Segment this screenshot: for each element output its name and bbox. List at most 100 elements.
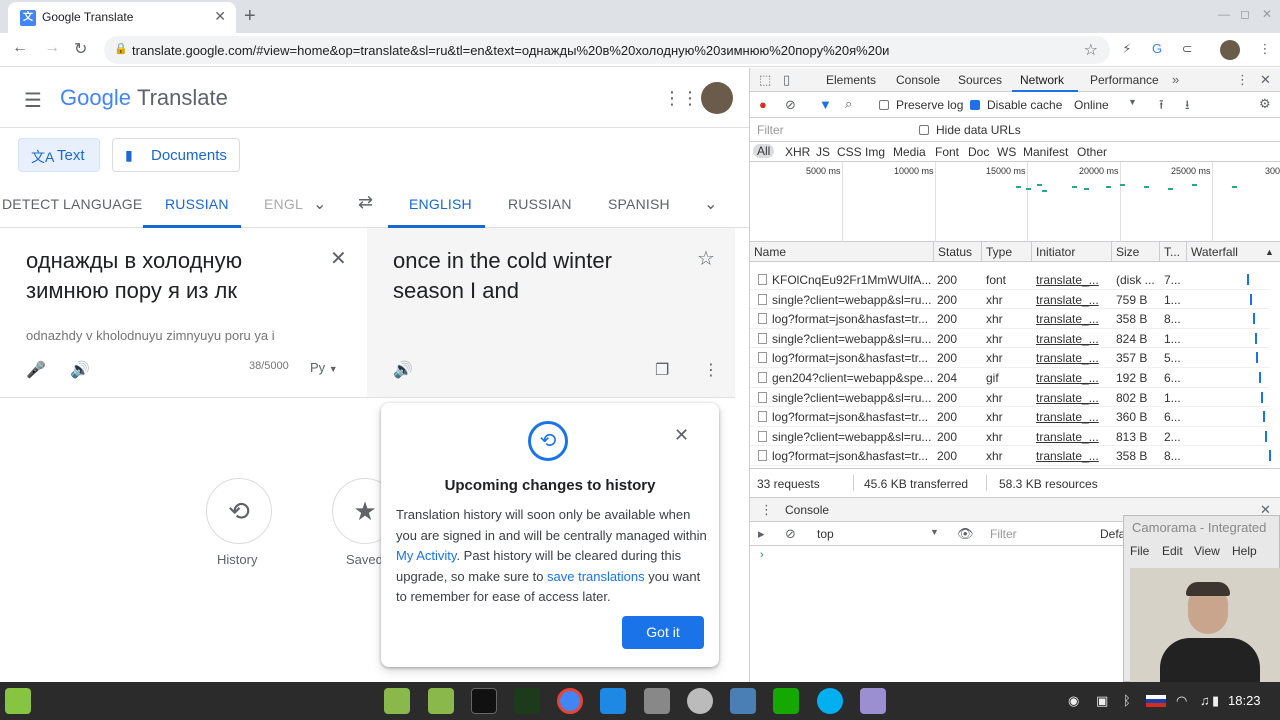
maximize-icon[interactable]: ◻	[1240, 7, 1250, 21]
source-lang-russian[interactable]: RUSSIAN	[165, 196, 229, 212]
more-tabs-icon[interactable]: »	[1172, 72, 1179, 87]
wifi-icon[interactable]: ◠	[1176, 693, 1187, 709]
import-har-icon[interactable]: ⭱	[1159, 96, 1164, 118]
network-disk-icon[interactable]: ◉	[1068, 693, 1079, 709]
console-prompt-icon[interactable]: ›	[760, 549, 764, 561]
camorama-menu-view[interactable]: View	[1194, 544, 1220, 558]
window-close-icon[interactable]: ✕	[1262, 7, 1272, 21]
table-row[interactable]: gen204?client=webapp&spe... 204 gif transla…	[750, 368, 1270, 388]
keyboard-input-tool[interactable]: Ру ▼	[310, 360, 338, 375]
preserve-log-checkbox[interactable]	[879, 100, 889, 110]
source-lang-detect[interactable]: DETECT LANGUAGE	[2, 196, 142, 212]
dialog-close-icon[interactable]: ✕	[674, 425, 689, 446]
disable-cache-checkbox[interactable]	[970, 100, 980, 110]
request-initiator[interactable]: translate_...	[1036, 351, 1100, 365]
listen-target-icon[interactable]: 🔊	[393, 360, 413, 380]
type-filter-font[interactable]: Font	[935, 145, 959, 159]
request-initiator[interactable]: translate_...	[1036, 293, 1100, 307]
tab-close-icon[interactable]: ✕	[214, 8, 226, 25]
type-filter-ws[interactable]: WS	[997, 145, 1016, 159]
devtools-menu-icon[interactable]: ⋮	[1236, 72, 1249, 88]
files-app-icon[interactable]	[428, 688, 454, 714]
request-initiator[interactable]: translate_...	[1036, 430, 1100, 444]
column-initiator[interactable]: Initiator	[1036, 245, 1075, 259]
type-filter-doc[interactable]: Doc	[968, 145, 989, 159]
request-initiator[interactable]: translate_...	[1036, 332, 1100, 346]
context-chevron-down-icon[interactable]: ▼	[930, 527, 939, 537]
network-filter-input[interactable]: Filter	[757, 123, 784, 137]
browser-menu-icon[interactable]: ⋮	[1256, 41, 1274, 59]
console-drawer-tab[interactable]: Console	[785, 503, 829, 517]
battery-icon[interactable]: ▮	[1212, 693, 1219, 709]
table-row[interactable]: log?format=json&hasfast=tr... 200 xhr trans…	[750, 407, 1270, 427]
type-filter-other[interactable]: Other	[1077, 145, 1107, 159]
sort-up-icon[interactable]: ▲	[1265, 247, 1274, 257]
filter-icon[interactable]: ▼	[819, 97, 832, 112]
column-type[interactable]: Type	[986, 245, 1012, 259]
type-filter-all[interactable]: All	[753, 144, 775, 158]
column-time[interactable]: T...	[1164, 245, 1180, 259]
keyboard-layout-flag-icon[interactable]	[1146, 695, 1166, 707]
table-row[interactable]: single?client=webapp&sl=ru... 200 xhr trans…	[750, 388, 1270, 408]
browser-tab[interactable]: 文 Google Translate ✕	[8, 2, 236, 33]
clear-source-icon[interactable]: ✕	[330, 246, 347, 271]
type-filter-js[interactable]: JS	[816, 145, 830, 159]
throttle-chevron-down-icon[interactable]: ▼	[1128, 97, 1137, 107]
more-options-icon[interactable]: ⋮	[703, 360, 719, 380]
skype-app-icon[interactable]	[817, 688, 843, 714]
devtools-tab-network[interactable]: Network	[1020, 73, 1064, 87]
table-row[interactable]: single?client=webapp&sl=ru... 200 xhr trans…	[750, 427, 1270, 447]
log-level-select[interactable]: Defa	[1100, 527, 1125, 541]
bluetooth-icon[interactable]: ᛒ	[1123, 693, 1131, 708]
swap-languages-icon[interactable]: ⇄	[358, 192, 373, 213]
request-initiator[interactable]: translate_...	[1036, 410, 1100, 424]
system-monitor-app-icon[interactable]	[514, 688, 540, 714]
record-icon[interactable]: ●	[759, 97, 767, 112]
request-initiator[interactable]: translate_...	[1036, 371, 1100, 385]
type-filter-xhr[interactable]: XHR	[785, 145, 810, 159]
source-lang-english[interactable]: ENGL	[264, 196, 303, 212]
source-lang-chevron-down-icon[interactable]: ⌄	[313, 194, 326, 214]
documents-mode-button[interactable]: ▮ Documents	[112, 138, 240, 172]
editor-app-icon[interactable]	[600, 688, 626, 714]
minimize-icon[interactable]: —	[1218, 7, 1230, 21]
save-translations-link[interactable]: save translations	[547, 569, 645, 584]
google-translate-logo[interactable]: Google Translate	[60, 85, 228, 111]
network-overview-timeline[interactable]: 5000 ms 10000 ms 15000 ms 20000 ms 25000…	[750, 162, 1280, 242]
listen-source-icon[interactable]: 🔊	[70, 360, 90, 380]
camera-tray-icon[interactable]: ▣	[1096, 693, 1108, 709]
export-har-icon[interactable]: ⭳	[1185, 96, 1190, 118]
address-bar[interactable]: 🔒 translate.google.com/#view=home&op=tra…	[104, 36, 1110, 64]
devtools-tab-elements[interactable]: Elements	[826, 73, 876, 87]
camorama-menu-help[interactable]: Help	[1232, 544, 1257, 558]
search-icon[interactable]: ⌕	[845, 96, 852, 112]
column-name[interactable]: Name	[754, 245, 786, 259]
console-filter-input[interactable]: Filter	[990, 527, 1017, 541]
throttling-select[interactable]: Online	[1074, 98, 1109, 112]
extension-icon[interactable]: ⊂	[1178, 41, 1196, 59]
table-row[interactable]: KFOlCnqEu92Fr1MmWUlfA... 200 font translate…	[750, 270, 1270, 290]
source-textarea[interactable]: однажды в холодную зимнюю пору я из лк	[26, 246, 326, 306]
save-translation-star-icon[interactable]: ☆	[697, 246, 715, 271]
context-select[interactable]: top	[817, 527, 834, 541]
target-lang-russian[interactable]: RUSSIAN	[508, 196, 572, 212]
forward-icon[interactable]: →	[44, 39, 60, 57]
devtools-tab-console[interactable]: Console	[896, 73, 940, 87]
table-row[interactable]: log?format=json&hasfast=tr... 200 xhr trans…	[750, 348, 1270, 368]
network-settings-gear-icon[interactable]: ⚙	[1259, 96, 1271, 112]
devtools-tab-sources[interactable]: Sources	[958, 73, 1002, 87]
devtools-close-icon[interactable]: ✕	[1260, 72, 1271, 88]
column-status[interactable]: Status	[938, 245, 972, 259]
terminal-app-icon[interactable]	[471, 688, 497, 714]
history-button[interactable]: ⟲	[206, 478, 272, 544]
new-tab-icon[interactable]: +	[244, 5, 256, 28]
profile-avatar-icon[interactable]	[1220, 40, 1240, 60]
user-app-icon[interactable]	[687, 688, 713, 714]
console-clear-icon[interactable]: ⊘	[785, 526, 796, 542]
translate-extension-icon[interactable]: G	[1148, 41, 1166, 59]
calculator-app-icon[interactable]	[644, 688, 670, 714]
devtools-tab-performance[interactable]: Performance	[1090, 73, 1159, 87]
target-lang-spanish[interactable]: SPANISH	[608, 196, 670, 212]
my-activity-link[interactable]: My Activity	[396, 548, 456, 563]
table-row[interactable]: single?client=webapp&sl=ru... 200 xhr trans…	[750, 329, 1270, 349]
